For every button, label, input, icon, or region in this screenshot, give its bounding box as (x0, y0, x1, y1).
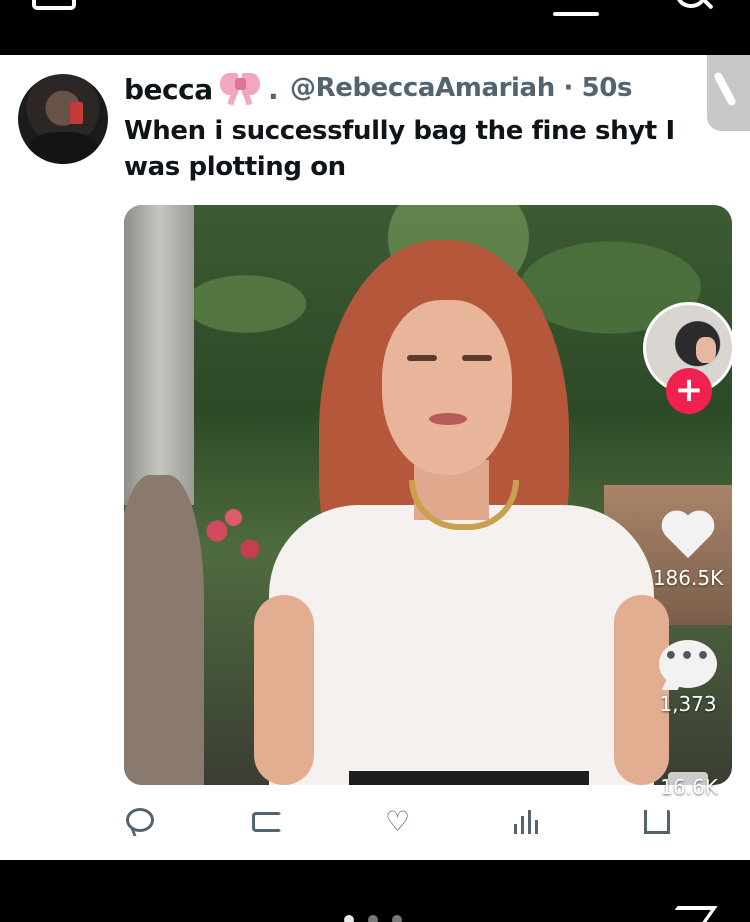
display-name[interactable]: becca (124, 73, 213, 106)
follow-button[interactable]: + (666, 368, 712, 414)
share-count: 16.6K (660, 775, 718, 799)
tweet-card: becca . @RebeccaAmariah · 50s When i suc… (0, 55, 750, 860)
comment-action[interactable]: ••• 1,373 (652, 640, 724, 716)
search-icon[interactable] (676, 0, 706, 8)
name-separator: . (268, 73, 279, 106)
search-icon-handle (702, 0, 714, 10)
comment-count: 1,373 (659, 692, 717, 716)
comment-dots: ••• (663, 644, 713, 669)
handle-and-time[interactable]: @RebeccaAmariah · 50s (290, 73, 632, 103)
edit-icon[interactable] (707, 55, 750, 131)
pink-bow-icon (220, 69, 262, 106)
heart-icon[interactable] (660, 512, 716, 562)
tweet-text: When i successfully bag the fine shyt I … (124, 116, 675, 182)
like-icon[interactable]: ♡ (382, 802, 416, 842)
menu-icon[interactable] (32, 0, 76, 10)
avatar[interactable] (18, 74, 108, 164)
page-indicator (344, 910, 416, 922)
retweet-icon[interactable] (250, 802, 286, 842)
active-tab-indicator (553, 12, 599, 16)
reply-icon[interactable] (124, 802, 158, 842)
comment-icon[interactable]: ••• (659, 640, 717, 690)
tweet-media-image[interactable] (124, 205, 732, 785)
views-icon[interactable] (512, 802, 542, 842)
top-bar (0, 0, 750, 55)
like-action[interactable]: 186.5K (652, 512, 724, 590)
like-count: 186.5K (652, 566, 724, 590)
